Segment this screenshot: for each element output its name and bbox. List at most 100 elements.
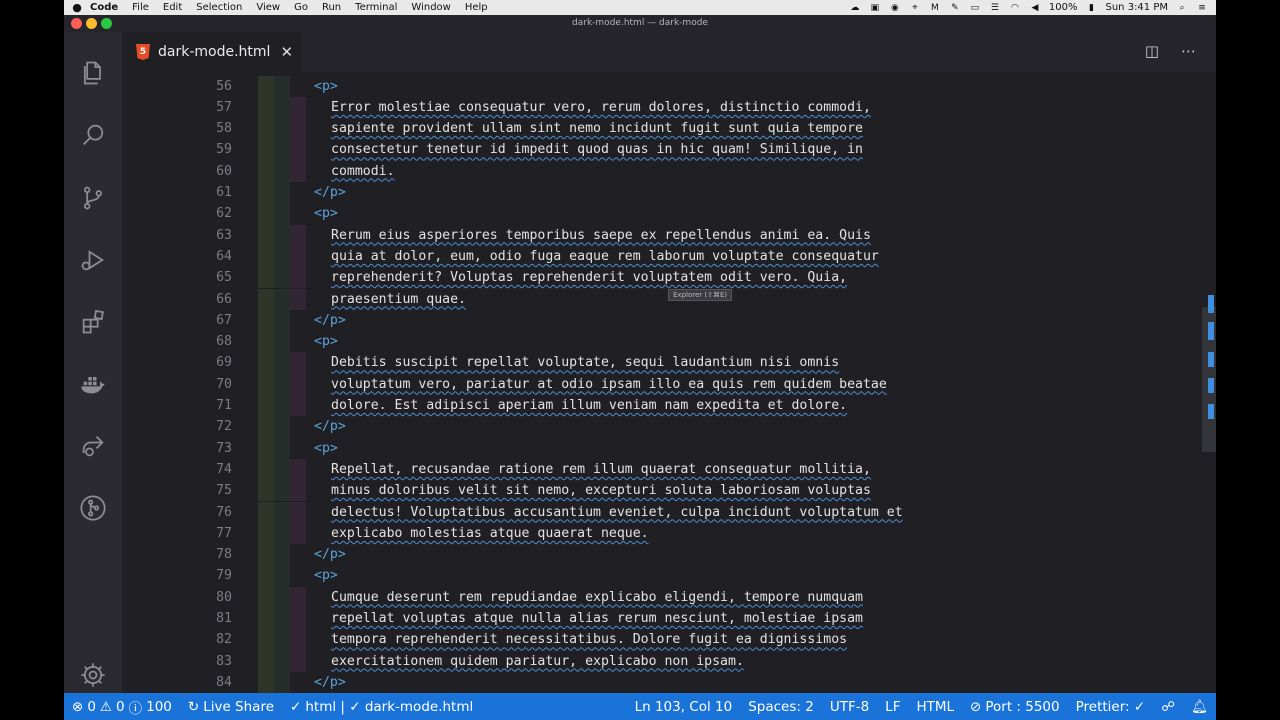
line-number[interactable]: 83 bbox=[122, 651, 232, 672]
menu-tray-icon[interactable]: ☰ bbox=[989, 3, 1001, 13]
edit-tray-icon[interactable]: ✎ bbox=[949, 3, 961, 13]
code-line[interactable]: 69 Debitis suscipit repellat voluptate, s… bbox=[122, 352, 1216, 374]
code-line[interactable]: 62 <p> bbox=[122, 203, 1216, 225]
volume-icon[interactable]: ◀ bbox=[1029, 3, 1041, 13]
line-number[interactable]: 62 bbox=[122, 203, 232, 224]
line-number[interactable]: 75 bbox=[122, 480, 232, 501]
code-line[interactable]: 68 <p> bbox=[122, 331, 1216, 353]
line-number[interactable]: 69 bbox=[122, 352, 232, 373]
code-line[interactable]: 58 sapiente provident ullam sint nemo inc… bbox=[122, 118, 1216, 140]
line-number[interactable]: 65 bbox=[122, 267, 232, 288]
line-number[interactable]: 64 bbox=[122, 246, 232, 267]
docker-icon[interactable] bbox=[77, 368, 109, 400]
code-line[interactable]: 80 Cumque deserunt rem repudiandae explic… bbox=[122, 586, 1216, 608]
extensions-icon[interactable] bbox=[77, 306, 109, 338]
code-line[interactable]: 77 explicabo molestias atque quaerat nequ… bbox=[122, 522, 1216, 545]
line-number[interactable]: 80 bbox=[122, 587, 232, 608]
menu-go[interactable]: Go bbox=[294, 0, 316, 15]
code-line[interactable]: 83 exercitationem quidem pariatur, explic… bbox=[122, 650, 1216, 672]
end-of-line[interactable]: LF bbox=[877, 699, 908, 715]
line-number[interactable]: 77 bbox=[122, 523, 232, 544]
source-control-icon[interactable] bbox=[77, 182, 109, 214]
line-number[interactable]: 58 bbox=[122, 118, 232, 139]
line-number[interactable]: 61 bbox=[122, 182, 232, 203]
spotlight-icon[interactable]: ⌕ bbox=[1176, 3, 1188, 13]
close-window-button[interactable] bbox=[71, 18, 82, 29]
code-line[interactable]: 73 <p> bbox=[122, 437, 1216, 459]
encoding[interactable]: UTF-8 bbox=[822, 699, 877, 715]
code-line[interactable]: 75 minus doloribus velit sit nemo, except… bbox=[122, 480, 1216, 502]
html-validation-status[interactable]: ✓ html | ✓ dark-mode.html bbox=[282, 699, 481, 715]
menu-app-code[interactable]: Code bbox=[90, 0, 126, 15]
code-line[interactable]: 60 commodi. bbox=[122, 160, 1216, 182]
git-graph-icon[interactable] bbox=[77, 492, 109, 524]
display-tray-icon[interactable]: ▭ bbox=[969, 3, 981, 13]
line-number[interactable]: 66 bbox=[122, 289, 232, 310]
screen-tray-icon[interactable]: ▣ bbox=[869, 3, 881, 13]
line-number[interactable]: 78 bbox=[122, 544, 232, 565]
live-share-status[interactable]: ↻ Live Share bbox=[180, 699, 282, 715]
menu-file[interactable]: File bbox=[132, 0, 157, 15]
split-editor-icon[interactable]: ◫ bbox=[1145, 42, 1159, 60]
line-number[interactable]: 60 bbox=[122, 161, 232, 182]
wifi-icon[interactable]: ◠ bbox=[1009, 3, 1021, 13]
code-line[interactable]: 71 dolore. Est adipisci aperiam illum ven… bbox=[122, 395, 1216, 417]
line-number[interactable]: 84 bbox=[122, 672, 232, 693]
zoom-window-button[interactable] bbox=[101, 18, 112, 29]
code-line[interactable]: 74 Repellat, recusandae ratione rem illum… bbox=[122, 458, 1216, 481]
code-line[interactable]: 72 </p> bbox=[122, 416, 1216, 438]
live-server-port[interactable]: ⊘ Port : 5500 bbox=[962, 699, 1068, 715]
code-line[interactable]: 81 repellat voluptas atque nulla alias re… bbox=[122, 608, 1216, 630]
line-number[interactable]: 82 bbox=[122, 629, 232, 650]
line-number[interactable]: 74 bbox=[122, 459, 232, 480]
line-number[interactable]: 81 bbox=[122, 608, 232, 629]
line-number[interactable]: 57 bbox=[122, 97, 232, 118]
code-line[interactable]: 78 </p> bbox=[122, 544, 1216, 566]
line-number[interactable]: 56 bbox=[122, 76, 232, 97]
clock[interactable]: Sun 3:41 PM bbox=[1106, 2, 1169, 13]
notifications-bell-icon[interactable]: 🔔︎ bbox=[1183, 699, 1216, 715]
code-line[interactable]: 65 reprehenderit? Voluptas reprehenderit … bbox=[122, 267, 1216, 289]
control-center-icon[interactable]: ≡ bbox=[1196, 3, 1208, 13]
feedback-icon[interactable]: ☍ bbox=[1153, 699, 1183, 715]
menu-edit[interactable]: Edit bbox=[163, 0, 190, 15]
location-tray-icon[interactable]: ⌖ bbox=[909, 3, 921, 13]
line-number[interactable]: 79 bbox=[122, 565, 232, 586]
run-debug-icon[interactable] bbox=[77, 244, 109, 276]
cursor-position[interactable]: Ln 103, Col 10 bbox=[627, 699, 741, 715]
menu-window[interactable]: Window bbox=[411, 0, 458, 15]
code-line[interactable]: 59 consectetur tenetur id impedit quod qu… bbox=[122, 139, 1216, 161]
code-line[interactable]: 70 voluptatum vero, pariatur at odio ipsa… bbox=[122, 373, 1216, 395]
settings-gear-icon[interactable] bbox=[77, 659, 109, 691]
menu-run[interactable]: Run bbox=[322, 0, 349, 15]
menu-view[interactable]: View bbox=[256, 0, 288, 15]
line-number[interactable]: 76 bbox=[122, 502, 232, 523]
app-tray-icon[interactable]: M bbox=[929, 3, 941, 13]
code-editor[interactable]: 56 <p> 57 Error molestiae consequatur vero,… bbox=[122, 72, 1216, 693]
more-actions-icon[interactable]: ⋯ bbox=[1181, 42, 1196, 60]
line-number[interactable]: 71 bbox=[122, 395, 232, 416]
code-line[interactable]: 63 Rerum eius asperiores temporibus saepe… bbox=[122, 224, 1216, 246]
cloud-tray-icon[interactable]: ☁ bbox=[849, 3, 861, 13]
battery-icon[interactable]: ▮ bbox=[1086, 3, 1098, 13]
menu-help[interactable]: Help bbox=[465, 0, 496, 15]
code-line[interactable]: 64 quia at dolor, eum, odio fuga eaque re… bbox=[122, 245, 1216, 268]
line-number[interactable]: 70 bbox=[122, 374, 232, 395]
code-line[interactable]: 57 Error molestiae consequatur vero, reru… bbox=[122, 96, 1216, 119]
code-line[interactable]: 79 <p> bbox=[122, 565, 1216, 587]
line-number[interactable]: 73 bbox=[122, 438, 232, 459]
code-line[interactable]: 84 </p> bbox=[122, 671, 1216, 693]
search-icon[interactable] bbox=[77, 119, 109, 151]
problems-indicator[interactable]: ⊗ 0 ⚠ 0 ⓘ 100 bbox=[64, 697, 180, 717]
code-line[interactable]: 67 </p> bbox=[122, 309, 1216, 332]
record-tray-icon[interactable]: ◉ bbox=[889, 3, 901, 13]
line-number[interactable]: 68 bbox=[122, 331, 232, 352]
language-mode[interactable]: HTML bbox=[908, 699, 962, 715]
tab-close-icon[interactable]: ✕ bbox=[280, 43, 293, 61]
live-share-icon[interactable] bbox=[77, 430, 109, 462]
code-line[interactable]: 76 delectus! Voluptatibus accusantium eve… bbox=[122, 501, 1216, 523]
prettier-status[interactable]: Prettier: ✓ bbox=[1068, 699, 1154, 715]
code-line[interactable]: 82 tempora reprehenderit necessitatibus. … bbox=[122, 629, 1216, 651]
explorer-icon[interactable] bbox=[77, 57, 109, 89]
line-number[interactable]: 72 bbox=[122, 416, 232, 437]
